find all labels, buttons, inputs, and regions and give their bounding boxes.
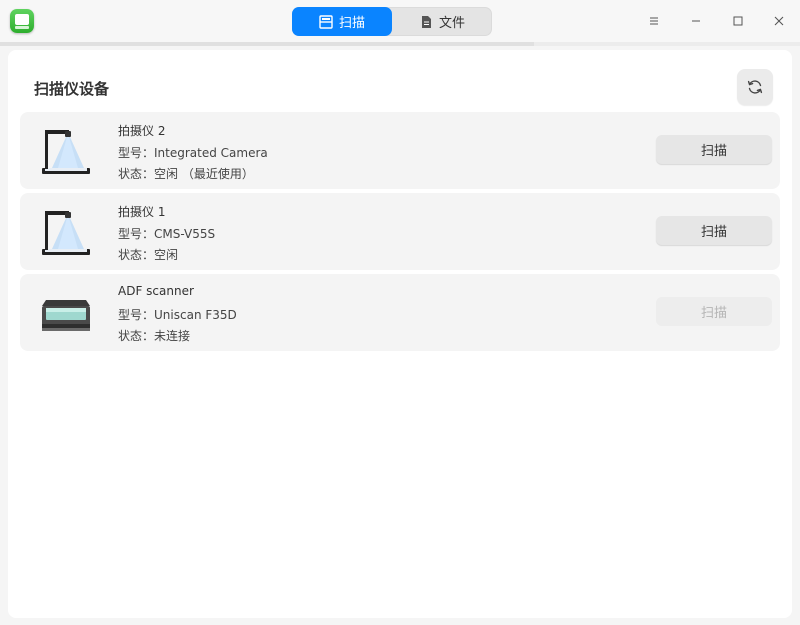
tab-scan[interactable]: 扫描 [292,7,392,36]
model-label: 型号： [118,146,155,160]
status-value: 空闲 （最近使用） [154,167,254,181]
maximize-icon [733,16,743,26]
menu-icon [650,17,658,25]
top-progress-track [0,42,800,46]
device-model: 型号：CMS-V55S [118,225,215,242]
close-icon [774,16,784,26]
device-status: 状态：空闲 [118,246,178,263]
model-value: Uniscan F35D [154,308,237,322]
refresh-button[interactable] [737,69,773,105]
tab-files[interactable]: 文件 [392,7,492,36]
status-value: 未连接 [154,329,191,343]
model-value: Integrated Camera [154,146,268,160]
tab-files-label: 文件 [438,16,465,31]
model-label: 型号： [118,308,155,322]
document-camera-icon [42,130,90,174]
view-tabs: 扫描 文件 [292,7,492,36]
device-item-camera-1: 拍摄仪 1 型号：CMS-V55S 状态：空闲 扫描 [20,193,780,270]
maximize-button[interactable] [725,8,751,34]
main-content: 扫描仪设备 拍摄仪 2 型号：Integrated Camera 状态：空闲 （… [8,50,792,618]
file-icon [421,15,431,28]
device-model: 型号：Integrated Camera [118,144,268,161]
close-button[interactable] [766,8,792,34]
model-label: 型号： [118,227,155,241]
tab-scan-label: 扫描 [338,16,365,31]
flatbed-scanner-icon [42,300,90,331]
scan-button[interactable]: 扫描 [656,216,772,245]
refresh-icon [747,80,763,94]
status-label: 状态： [118,329,155,343]
status-label: 状态： [118,167,155,181]
device-status: 状态：空闲 （最近使用） [118,165,254,182]
minimize-button[interactable] [683,8,709,34]
scan-button-disabled[interactable]: 扫描 [656,297,772,326]
top-progress-fill [0,42,534,46]
device-name: 拍摄仪 2 [118,124,166,138]
status-label: 状态： [118,248,155,262]
device-status: 状态：未连接 [118,327,190,344]
menu-button[interactable] [641,8,667,34]
device-item-camera-2: 拍摄仪 2 型号：Integrated Camera 状态：空闲 （最近使用） … [20,112,780,189]
minimize-icon [692,20,700,22]
device-name: ADF scanner [118,284,194,298]
document-camera-icon [42,211,90,255]
scan-button[interactable]: 扫描 [656,135,772,164]
device-name: 拍摄仪 1 [118,205,166,219]
device-item-adf-scanner: ADF scanner 型号：Uniscan F35D 状态：未连接 扫描 [20,274,780,351]
status-value: 空闲 [154,248,179,262]
model-value: CMS-V55S [154,227,216,241]
scan-icon [319,14,333,29]
scanner-app-window: 扫描 文件 扫描仪设备 拍摄仪 2 型号：Integrated Camera 状… [0,0,800,625]
page-title: 扫描仪设备 [34,80,110,98]
title-bar: 扫描 文件 [0,0,800,42]
device-model: 型号：Uniscan F35D [118,306,237,323]
app-logo-icon [10,9,34,33]
